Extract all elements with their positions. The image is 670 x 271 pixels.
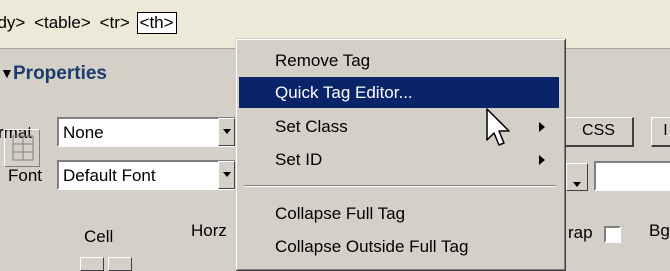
collapse-triangle-icon[interactable]: ▼ xyxy=(0,65,14,81)
menu-item-label: Quick Tag Editor... xyxy=(275,83,413,102)
color-field[interactable] xyxy=(594,161,670,191)
horz-label: Horz xyxy=(191,221,227,240)
menu-item-label: Collapse Outside Full Tag xyxy=(275,237,469,256)
no-wrap-checkbox[interactable] xyxy=(604,226,621,243)
menu-separator xyxy=(244,185,556,187)
format-dropdown-button[interactable] xyxy=(218,118,235,146)
tag-breadcrumb: ody> <table> <tr> <th> xyxy=(0,12,177,34)
font-value: Default Font xyxy=(63,166,156,185)
menu-item-quick-tag-editor[interactable]: Quick Tag Editor... xyxy=(239,77,559,108)
wrap-label: rap xyxy=(568,223,593,242)
properties-title: Properties xyxy=(13,63,107,84)
tag-th[interactable]: <th> xyxy=(136,12,177,34)
menu-item-label: Remove Tag xyxy=(275,51,371,70)
menu-item-label: Collapse Full Tag xyxy=(275,204,406,223)
menu-item-collapse-full-tag[interactable]: Collapse Full Tag xyxy=(239,198,559,229)
chevron-down-icon xyxy=(573,182,581,187)
tag-table[interactable]: <table> xyxy=(32,13,93,33)
mouse-pointer-icon xyxy=(486,108,510,146)
font-dropdown-button[interactable] xyxy=(218,161,235,189)
menu-item-remove-tag[interactable]: Remove Tag xyxy=(239,45,559,76)
cell-icon xyxy=(4,129,40,167)
chevron-down-icon xyxy=(223,172,231,177)
chevron-down-icon xyxy=(223,129,231,134)
font-select[interactable]: Default Font xyxy=(57,160,237,190)
context-menu: Remove Tag Quick Tag Editor... Set Class… xyxy=(235,38,565,270)
italic-button[interactable]: I xyxy=(651,117,670,147)
cell-label: Cell xyxy=(84,227,114,246)
menu-item-label: Set Class xyxy=(275,117,348,136)
submenu-arrow-icon xyxy=(539,155,545,165)
tag-body[interactable]: ody> xyxy=(0,13,27,33)
bg-label: Bg xyxy=(649,221,670,240)
tag-tr[interactable]: <tr> xyxy=(98,13,132,33)
menu-item-label: Set ID xyxy=(275,150,323,169)
color-picker-button[interactable] xyxy=(566,163,588,191)
menu-item-collapse-outside-full-tag[interactable]: Collapse Outside Full Tag xyxy=(239,231,559,262)
submenu-arrow-icon xyxy=(539,122,545,132)
css-button[interactable]: CSS xyxy=(564,117,634,147)
font-label: Font xyxy=(8,166,43,185)
format-value: None xyxy=(63,123,104,142)
format-select[interactable]: None xyxy=(57,117,237,147)
